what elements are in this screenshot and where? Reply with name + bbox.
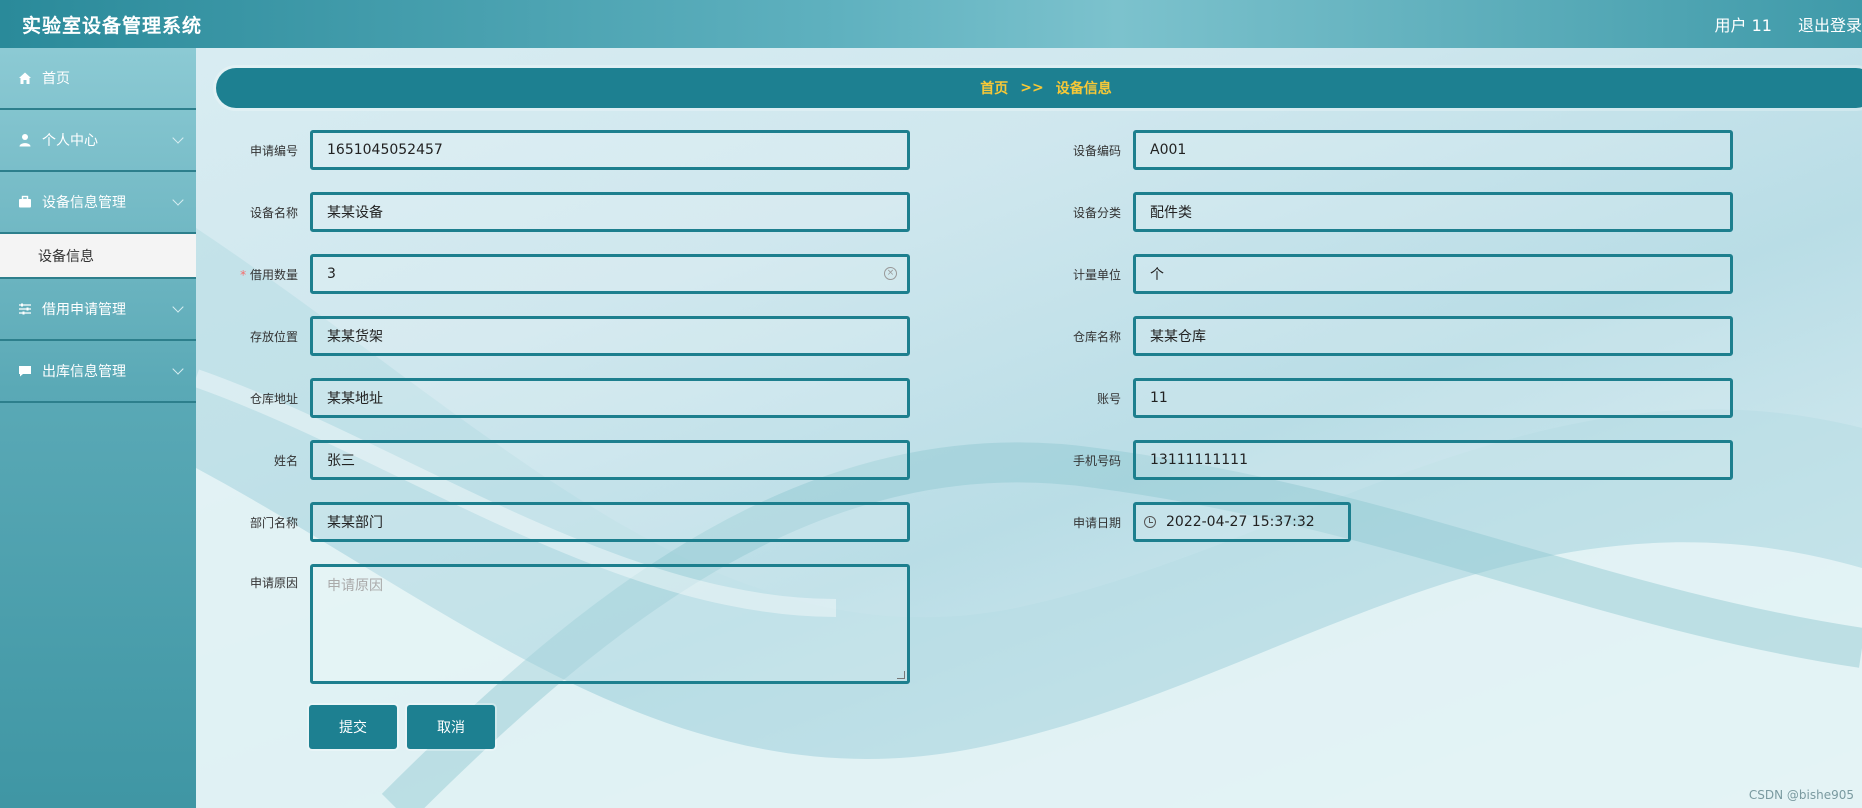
account-label: 账号 xyxy=(1096,391,1121,406)
breadcrumb-home[interactable]: 首页 xyxy=(980,78,1008,98)
warehouse-name-label: 仓库名称 xyxy=(1072,329,1121,344)
sidebar-item-device-management[interactable]: 设备信息管理 xyxy=(0,172,196,234)
form-row-device-code: 设备编码 A001 xyxy=(1063,130,1733,170)
device-name-label: 设备名称 xyxy=(249,205,298,220)
form-row-department: 部门名称 某某部门 xyxy=(240,502,910,542)
name-label: 姓名 xyxy=(273,453,298,468)
form-row-apply-date: 申请日期 2022-04-27 15:37:32 xyxy=(1063,502,1351,542)
form-row-reason: 申请原因 申请原因 xyxy=(240,564,910,684)
sidebar-item-label: 设备信息管理 xyxy=(42,195,126,211)
unit-label: 计量单位 xyxy=(1072,267,1121,282)
device-code-input[interactable]: A001 xyxy=(1133,130,1733,170)
form-row-apply-no: 申请编号 1651045052457 xyxy=(240,130,910,170)
form-row-unit: 计量单位 个 xyxy=(1063,254,1733,294)
chevron-down-icon xyxy=(172,301,184,313)
apply-no-label: 申请编号 xyxy=(249,143,298,158)
borrow-qty-input[interactable]: 3 × xyxy=(310,254,910,294)
reason-placeholder: 申请原因 xyxy=(327,578,383,594)
clear-icon[interactable]: × xyxy=(884,267,897,280)
sidebar-subitem-device-info[interactable]: 设备信息 xyxy=(0,234,196,279)
device-category-input[interactable]: 配件类 xyxy=(1133,192,1733,232)
chevron-down-icon xyxy=(172,363,184,375)
name-input[interactable]: 张三 xyxy=(310,440,910,480)
form-row-borrow-qty: 借用数量 3 × xyxy=(240,254,910,294)
sidebar-item-label: 首页 xyxy=(42,71,70,87)
reason-textarea[interactable]: 申请原因 xyxy=(310,564,910,684)
account-input[interactable]: 11 xyxy=(1133,378,1733,418)
department-input[interactable]: 某某部门 xyxy=(310,502,910,542)
apply-date-picker[interactable]: 2022-04-27 15:37:32 xyxy=(1133,502,1351,542)
sidebar-item-home[interactable]: 首页 xyxy=(0,48,196,110)
sidebar: 首页 个人中心 设备信息管理 设备信息 借用申请管理 出库信息管理 xyxy=(0,48,196,808)
phone-input[interactable]: 13111111111 xyxy=(1133,440,1733,480)
apply-date-label: 申请日期 xyxy=(1072,515,1121,530)
form-row-name: 姓名 张三 xyxy=(240,440,910,480)
sidebar-item-label: 借用申请管理 xyxy=(42,302,126,318)
breadcrumb-current: 设备信息 xyxy=(1055,81,1112,97)
unit-input[interactable]: 个 xyxy=(1133,254,1733,294)
briefcase-icon xyxy=(19,195,31,208)
department-label: 部门名称 xyxy=(249,515,298,530)
location-label: 存放位置 xyxy=(249,329,298,344)
warehouse-addr-input[interactable]: 某某地址 xyxy=(310,378,910,418)
current-user: 用户 11 xyxy=(1714,16,1772,35)
chevron-down-icon xyxy=(172,194,184,206)
form-row-device-name: 设备名称 某某设备 xyxy=(240,192,910,232)
breadcrumb-separator: >> xyxy=(1020,80,1044,96)
clock-icon xyxy=(1144,516,1156,528)
sidebar-item-outbound-management[interactable]: 出库信息管理 xyxy=(0,341,196,403)
sidebar-item-profile[interactable]: 个人中心 xyxy=(0,110,196,172)
top-header: 实验室设备管理系统 用户 11 退出登录 xyxy=(0,0,1862,48)
device-code-label: 设备编码 xyxy=(1072,143,1121,158)
watermark: CSDN @bishe905 xyxy=(1748,788,1854,802)
form-row-phone: 手机号码 13111111111 xyxy=(1063,440,1733,480)
warehouse-name-input[interactable]: 某某仓库 xyxy=(1133,316,1733,356)
chevron-down-icon xyxy=(172,132,184,144)
home-icon xyxy=(19,72,31,84)
borrow-qty-value: 3 xyxy=(327,266,336,282)
reason-label: 申请原因 xyxy=(249,576,298,590)
device-category-label: 设备分类 xyxy=(1072,205,1121,220)
logout-link[interactable]: 退出登录 xyxy=(1798,12,1862,36)
device-name-input[interactable]: 某某设备 xyxy=(310,192,910,232)
resize-handle-icon[interactable] xyxy=(897,671,905,679)
breadcrumb: 首页 >> 设备信息 xyxy=(216,68,1862,108)
form-row-location: 存放位置 某某货架 xyxy=(240,316,910,356)
apply-date-value: 2022-04-27 15:37:32 xyxy=(1166,514,1315,530)
phone-label: 手机号码 xyxy=(1072,453,1121,468)
user-icon xyxy=(19,134,31,147)
sidebar-item-borrow-management[interactable]: 借用申请管理 xyxy=(0,279,196,341)
chat-icon xyxy=(19,366,31,377)
sidebar-item-label: 个人中心 xyxy=(42,133,98,149)
submit-button[interactable]: 提交 xyxy=(309,705,397,749)
form-row-warehouse-addr: 仓库地址 某某地址 xyxy=(240,378,910,418)
app-title: 实验室设备管理系统 xyxy=(22,14,203,37)
form-row-account: 账号 11 xyxy=(1063,378,1733,418)
sliders-icon xyxy=(19,303,31,315)
borrow-qty-label: 借用数量 xyxy=(240,266,298,283)
cancel-button[interactable]: 取消 xyxy=(407,705,495,749)
apply-no-input[interactable]: 1651045052457 xyxy=(310,130,910,170)
warehouse-addr-label: 仓库地址 xyxy=(249,391,298,406)
location-input[interactable]: 某某货架 xyxy=(310,316,910,356)
header-actions: 用户 11 退出登录 xyxy=(1715,12,1862,36)
form-row-device-category: 设备分类 配件类 xyxy=(1063,192,1733,232)
form-row-warehouse-name: 仓库名称 某某仓库 xyxy=(1063,316,1733,356)
sidebar-item-label: 出库信息管理 xyxy=(42,364,126,380)
